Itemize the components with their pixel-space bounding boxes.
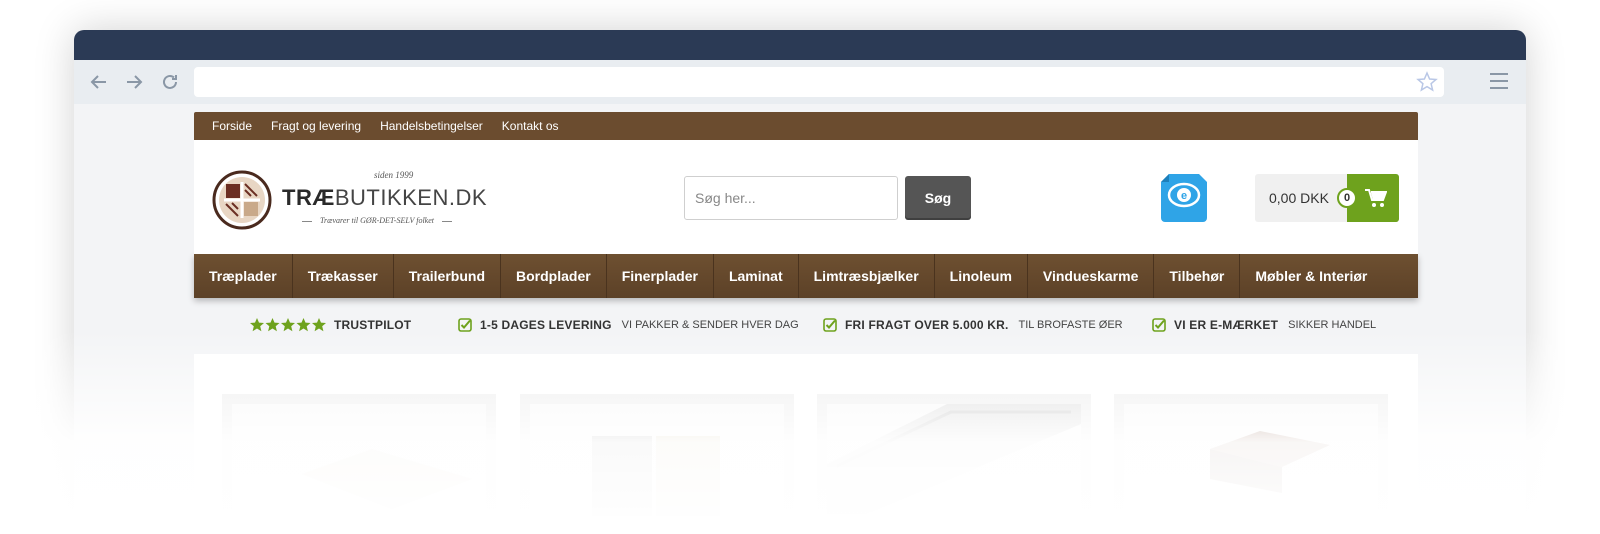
logo-emblem-icon xyxy=(212,170,272,230)
logo-wordmark: TRÆBUTIKKEN.DK xyxy=(282,185,487,211)
bookmark-star-icon[interactable] xyxy=(1416,71,1438,93)
nav-moebler-interioer[interactable]: Møbler & Interiør xyxy=(1240,254,1382,298)
nav-finerplader[interactable]: Finerplader xyxy=(607,254,714,298)
browser-toolbar xyxy=(74,60,1526,104)
cart-button[interactable]: 0 xyxy=(1337,174,1399,222)
site-logo[interactable]: siden 1999 TRÆBUTIKKEN.DK Trævarer til G… xyxy=(212,160,487,240)
bottom-fade-overlay xyxy=(0,330,1600,534)
svg-text:e: e xyxy=(1181,190,1187,202)
top-bar: Forside Fragt og levering Handelsbetinge… xyxy=(194,112,1418,140)
logo-since: siden 1999 xyxy=(374,170,414,180)
logo-brand-bold: TRÆ xyxy=(282,185,335,210)
cart-count-badge: 0 xyxy=(1337,188,1357,208)
url-bar[interactable] xyxy=(194,67,1444,97)
reload-icon[interactable] xyxy=(157,69,183,95)
back-icon[interactable] xyxy=(86,69,112,95)
emaerket-icon: e xyxy=(1161,174,1207,222)
topbar-link-fragt[interactable]: Fragt og levering xyxy=(271,119,361,133)
logo-tagline: Trævarer til GØR-DET-SELV folket xyxy=(294,216,460,225)
cart-widget[interactable]: 0,00 DKK 0 xyxy=(1255,174,1399,222)
nav-trailerbund[interactable]: Trailerbund xyxy=(394,254,501,298)
nav-bordplader[interactable]: Bordplader xyxy=(501,254,607,298)
topbar-link-kontakt[interactable]: Kontakt os xyxy=(502,119,559,133)
topbar-link-handelsbetingelser[interactable]: Handelsbetingelser xyxy=(380,119,483,133)
cart-total: 0,00 DKK xyxy=(1269,190,1329,206)
browser-titlebar xyxy=(74,30,1526,60)
emaerket-badge[interactable]: e xyxy=(1161,174,1207,222)
header: siden 1999 TRÆBUTIKKEN.DK Trævarer til G… xyxy=(194,140,1418,254)
hamburger-menu-icon[interactable] xyxy=(1488,70,1510,92)
nav-linoleum[interactable]: Linoleum xyxy=(935,254,1028,298)
search-button[interactable]: Søg xyxy=(905,176,971,220)
nav-traekasser[interactable]: Trækasser xyxy=(293,254,394,298)
topbar-link-forside[interactable]: Forside xyxy=(212,119,252,133)
search-input[interactable] xyxy=(684,176,898,220)
nav-limtraesbjaelker[interactable]: Limtræsbjælker xyxy=(799,254,935,298)
nav-vindueskarme[interactable]: Vindueskarme xyxy=(1028,254,1155,298)
nav-laminat[interactable]: Laminat xyxy=(714,254,799,298)
nav-traeplader[interactable]: Træplader xyxy=(194,254,293,298)
site-container: Forside Fragt og levering Handelsbetinge… xyxy=(194,112,1418,534)
main-navigation: Træplader Trækasser Trailerbund Bordplad… xyxy=(194,254,1418,298)
shopping-cart-icon xyxy=(1365,189,1387,207)
logo-brand-rest: BUTIKKEN.DK xyxy=(334,185,488,210)
nav-tilbehoer[interactable]: Tilbehør xyxy=(1154,254,1241,298)
forward-icon[interactable] xyxy=(121,69,147,95)
